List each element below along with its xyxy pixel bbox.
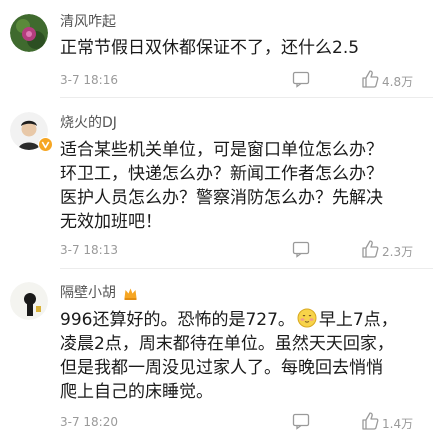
comment-line: 996还算好的。恐怖的是727。 早上7点， (60, 308, 425, 332)
divider (60, 97, 433, 98)
comment-meta: 3-7 18:16 4.8万 (60, 70, 423, 90)
comment-line: 凌晨2点，周末都待在单位。虽然天天回家， (60, 334, 394, 354)
like-count: 4.8万 (382, 75, 414, 89)
username-text[interactable]: 清风咋起 (60, 14, 116, 30)
username[interactable]: 烧火的DJ (60, 112, 117, 132)
comment-line: 环卫工，快递怎么办？新闻工作者怎么办？ (60, 164, 383, 184)
comment-text: 996还算好的。恐怖的是727。 早上7点， 凌晨2点，周末都待在单位。虽然天天回… (60, 308, 425, 404)
comment-line: 爬上自己的床睡觉。 (60, 382, 213, 402)
comment-line: 医护人员怎么办？警察消防怎么办？先解决 (60, 188, 383, 208)
reply-icon[interactable] (292, 412, 310, 433)
comment-line: 适合某些机关单位，可是窗口单位怎么办？ (60, 140, 383, 160)
avatar[interactable] (10, 282, 48, 320)
comment-meta: 3-7 18:13 2.3万 (60, 240, 423, 260)
comment-line: 正常节假日双休都保证不了，还什么2.5 (60, 38, 360, 58)
comment-line: 无效加班吧！ (60, 212, 162, 232)
timestamp: 3-7 18:20 (60, 415, 118, 429)
username-text[interactable]: 隔壁小胡 (60, 285, 116, 301)
username[interactable]: 清风咋起 (60, 11, 116, 31)
shy-face-icon (297, 308, 317, 328)
timestamp: 3-7 18:16 (60, 73, 118, 87)
reply-icon[interactable] (292, 70, 310, 91)
comment-text: 正常节假日双休都保证不了，还什么2.5 (60, 36, 425, 60)
reply-icon[interactable] (292, 240, 310, 261)
divider (60, 268, 433, 269)
like-icon[interactable] (360, 69, 380, 92)
verified-icon (38, 137, 53, 152)
username-text[interactable]: 烧火的DJ (60, 115, 117, 131)
timestamp: 3-7 18:13 (60, 243, 118, 257)
comment-line-part: 996还算好的。恐怖的是727。 (60, 310, 295, 330)
username[interactable]: 隔壁小胡 (60, 282, 138, 302)
like-count: 1.4万 (382, 417, 414, 431)
like-icon[interactable] (360, 411, 380, 434)
comment-line-part: 早上7点， (318, 310, 398, 330)
comment-text: 适合某些机关单位，可是窗口单位怎么办？ 环卫工，快递怎么办？新闻工作者怎么办？ … (60, 138, 425, 234)
vip-crown-icon (123, 286, 138, 301)
comment-line: 但是我都一周没见过家人了。每晚回去悄悄 (60, 358, 383, 378)
like-icon[interactable] (360, 239, 380, 262)
avatar[interactable] (10, 14, 48, 52)
like-count: 2.3万 (382, 245, 414, 259)
comment-meta: 3-7 18:20 1.4万 (60, 412, 423, 432)
